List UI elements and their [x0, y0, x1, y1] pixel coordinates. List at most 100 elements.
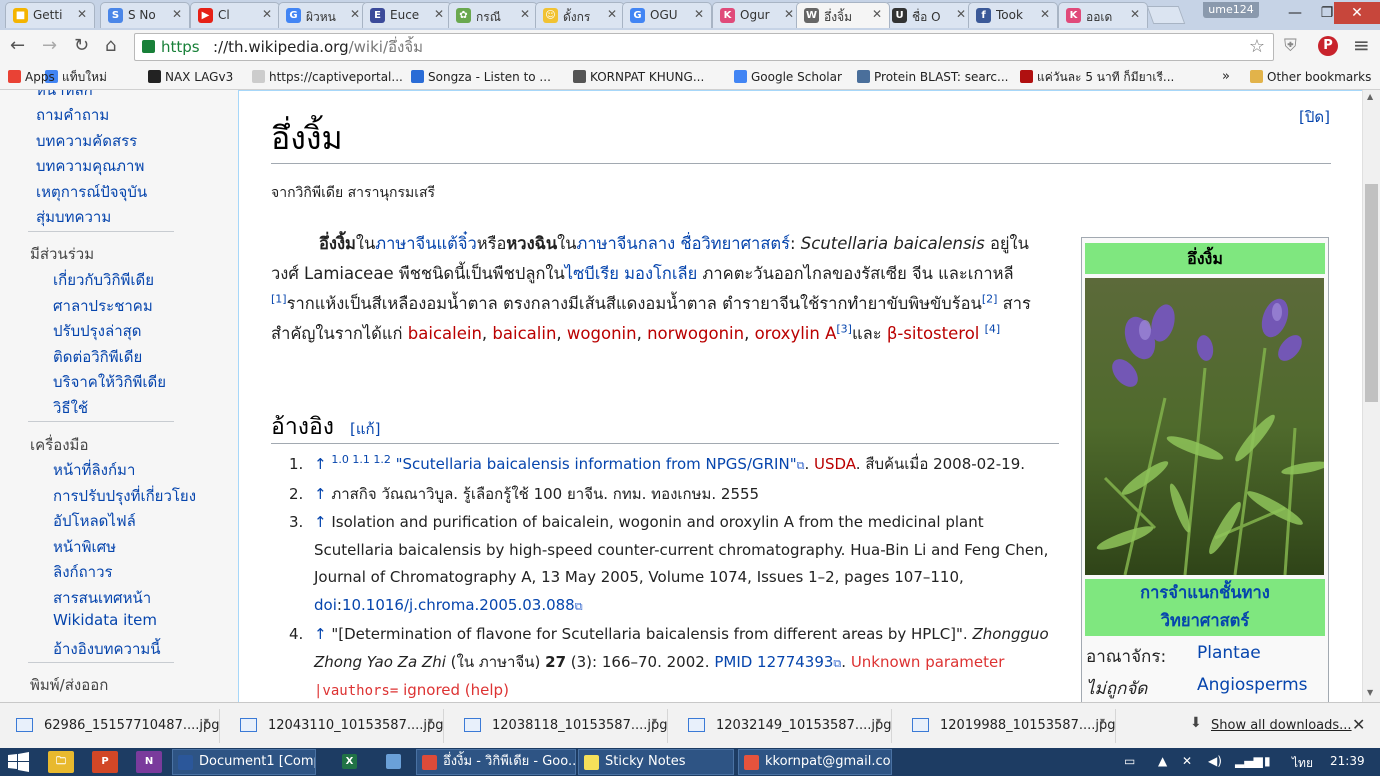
download-menu-chevron-icon[interactable]: ▾ [428, 716, 433, 727]
plant-photo[interactable] [1085, 278, 1324, 575]
unranked-value[interactable]: Angiosperms [1197, 675, 1308, 695]
tab-1[interactable]: S S No ✕ [100, 2, 190, 28]
taskbar-pinned-app[interactable]: 🗀 [48, 751, 74, 773]
close-downloads-icon[interactable]: ✕ [1352, 715, 1365, 734]
tab-close-icon[interactable]: ✕ [1040, 7, 1050, 21]
download-item[interactable]: 12043110_10153587....jpg ▾ [226, 709, 444, 743]
bookmark-item[interactable]: Google Scholar [734, 68, 842, 86]
download-item[interactable]: 62986_15157710487....jpg ▾ [2, 709, 220, 743]
taskbar-window-button[interactable]: X [330, 749, 370, 775]
citation-error-help[interactable]: ignored (help) [398, 681, 509, 699]
hide-link[interactable]: [ปิด] [1299, 105, 1330, 129]
kingdom-value[interactable]: Plantae [1197, 643, 1261, 663]
taskbar-window-button[interactable] [374, 749, 414, 775]
tab-close-icon[interactable]: ✕ [1130, 7, 1140, 21]
sidebar-nav-link[interactable]: บทความคัดสรร [36, 129, 137, 153]
bookmark-item[interactable]: Apps [8, 68, 55, 86]
citation-2[interactable]: [2] [982, 293, 998, 306]
taskbar-window-button[interactable]: Sticky Notes [578, 749, 734, 775]
doi-link[interactable]: 10.1016/j.chroma.2005.03.088 [342, 596, 575, 614]
bookmark-item[interactable]: KORNPAT KHUNG... [573, 68, 704, 86]
sidebar-nav-link[interactable]: บทความคุณภาพ [36, 154, 144, 178]
sidebar-nav-link[interactable]: สุ่มบทความ [36, 205, 111, 229]
tab-close-icon[interactable]: ✕ [784, 7, 794, 21]
back-icon[interactable]: ← [10, 35, 25, 56]
tab-close-icon[interactable]: ✕ [872, 7, 882, 21]
sidebar-tools-link[interactable]: ลิงก์ถาวร [53, 560, 113, 584]
new-tab-button[interactable] [1146, 6, 1186, 24]
bookmark-item[interactable]: NAX LAGv3 [148, 68, 233, 86]
taskbar-window-button[interactable]: อึ่งงิ้ม - วิกิพีเดีย - Goo... [416, 749, 576, 775]
pinterest-icon[interactable]: P [1318, 36, 1338, 56]
tray-arrow-icon[interactable]: ▲ [1158, 754, 1167, 768]
tray-battery-icon[interactable]: ▮ [1264, 754, 1271, 768]
link-wogonin[interactable]: wogonin [567, 324, 637, 343]
tray-signal-icon[interactable]: ▂▄▆ [1235, 754, 1263, 768]
sidebar-nav-link[interactable]: เหตุการณ์ปัจจุบัน [36, 180, 147, 204]
backlink-arrow[interactable]: ↑ [314, 625, 327, 643]
bookmark-item[interactable]: แค่วันละ 5 นาที ก็มียาเรี... [1020, 68, 1174, 86]
show-all-downloads-link[interactable]: Show all downloads... [1211, 718, 1352, 733]
scroll-up-icon[interactable]: ▲ [1367, 92, 1373, 101]
bookmark-star-icon[interactable]: ☆ [1249, 34, 1265, 60]
tray-clock[interactable]: 21:39 [1330, 754, 1365, 768]
tab-10[interactable]: U ชื่อ O ✕ [884, 2, 974, 28]
sidebar-main-page[interactable]: หน้าหลัก [36, 90, 93, 102]
tab-close-icon[interactable]: ✕ [956, 7, 966, 21]
external-link-grin[interactable]: "Scutellaria baicalensis information fro… [396, 455, 797, 473]
sidebar-participate-link[interactable]: เกี่ยวกับวิกิพีเดีย [53, 268, 154, 292]
taskbar-window-button[interactable]: kkornpat@gmail.co... [738, 749, 892, 775]
citation-3[interactable]: [3] [836, 323, 852, 336]
tab-5[interactable]: ✿ กรณี ✕ [448, 2, 538, 28]
sidebar-nav-link[interactable]: ถามคำถาม [36, 103, 109, 127]
vertical-scrollbar[interactable]: ▲ ▼ [1362, 90, 1380, 702]
forward-icon[interactable]: → [42, 35, 57, 56]
link-mandarin[interactable]: ภาษาจีนกลาง [576, 234, 675, 253]
link-oroxylin[interactable]: oroxylin A [755, 324, 837, 343]
backlink-arrow[interactable]: ↑ [314, 485, 327, 503]
tab-8[interactable]: K Ogur ✕ [712, 2, 802, 28]
home-icon[interactable]: ⌂ [105, 35, 116, 56]
download-item[interactable]: 12032149_10153587....jpg ▾ [674, 709, 892, 743]
link-mongolia[interactable]: มองโกเลีย [624, 264, 697, 283]
link-siberia[interactable]: ไซบีเรีย [565, 264, 619, 283]
taskbar-pinned-app[interactable]: N [136, 751, 162, 773]
sidebar-tools-link[interactable]: Wikidata item [53, 611, 157, 629]
download-item[interactable]: 12038118_10153587....jpg ▾ [450, 709, 668, 743]
sidebar-section-print[interactable]: พิมพ์/ส่งออก [30, 673, 108, 697]
bookmarks-overflow-icon[interactable]: » [1222, 68, 1230, 86]
link-norwogonin[interactable]: norwogonin [647, 324, 744, 343]
link-baicalein[interactable]: baicalein [408, 324, 482, 343]
download-menu-chevron-icon[interactable]: ▾ [876, 716, 881, 727]
link-baicalin[interactable]: baicalin [492, 324, 556, 343]
backlink-letters[interactable]: 1.0 1.1 1.2 [331, 453, 390, 466]
sidebar-participate-link[interactable]: วิธีใช้ [53, 396, 88, 420]
reload-icon[interactable]: ↻ [74, 35, 89, 56]
classification-header[interactable]: การจำแนกชั้นทาง วิทยาศาสตร์ [1085, 579, 1325, 636]
sidebar-participate-link[interactable]: ศาลาประชาคม [53, 294, 153, 318]
sidebar-participate-link[interactable]: บริจาคให้วิกิพีเดีย [53, 370, 166, 394]
bookmark-item[interactable]: Protein BLAST: searc... [857, 68, 1008, 86]
tab-close-icon[interactable]: ✕ [262, 7, 272, 21]
sidebar-section-participate[interactable]: มีส่วนร่วม [30, 242, 94, 266]
download-menu-chevron-icon[interactable]: ▾ [1100, 716, 1105, 727]
scrollbar-thumb[interactable] [1365, 184, 1378, 402]
extension-shield-icon[interactable]: ⛨ [1284, 36, 1297, 56]
tab-2[interactable]: ▶ Cl ✕ [190, 2, 280, 28]
edit-section-link[interactable]: [แก้] [350, 420, 380, 438]
taskbar-pinned-app[interactable]: P [92, 751, 118, 773]
bookmark-item[interactable]: Songza - Listen to ... [411, 68, 551, 86]
sidebar-participate-link[interactable]: ปรับปรุงล่าสุด [53, 319, 142, 343]
tab-close-icon[interactable]: ✕ [172, 7, 182, 21]
download-menu-chevron-icon[interactable]: ▾ [652, 716, 657, 727]
link-teochew[interactable]: ภาษาจีนแต้จิ๋ว [375, 234, 477, 253]
citation-1[interactable]: [1] [271, 293, 287, 306]
sidebar-participate-link[interactable]: ติดต่อวิกิพีเดีย [53, 345, 142, 369]
address-bar[interactable]: https ://th.wikipedia.org/wiki/อึ่งจิ้ม … [134, 33, 1274, 61]
bookmark-item[interactable]: https://captiveportal... [252, 68, 403, 86]
tab-4[interactable]: E Euce ✕ [362, 2, 452, 28]
minimize-window-icon[interactable]: — [1280, 2, 1310, 24]
tab-close-icon[interactable]: ✕ [520, 7, 530, 21]
link-sitosterol[interactable]: β-sitosterol [887, 324, 980, 343]
tab-close-icon[interactable]: ✕ [77, 7, 87, 21]
